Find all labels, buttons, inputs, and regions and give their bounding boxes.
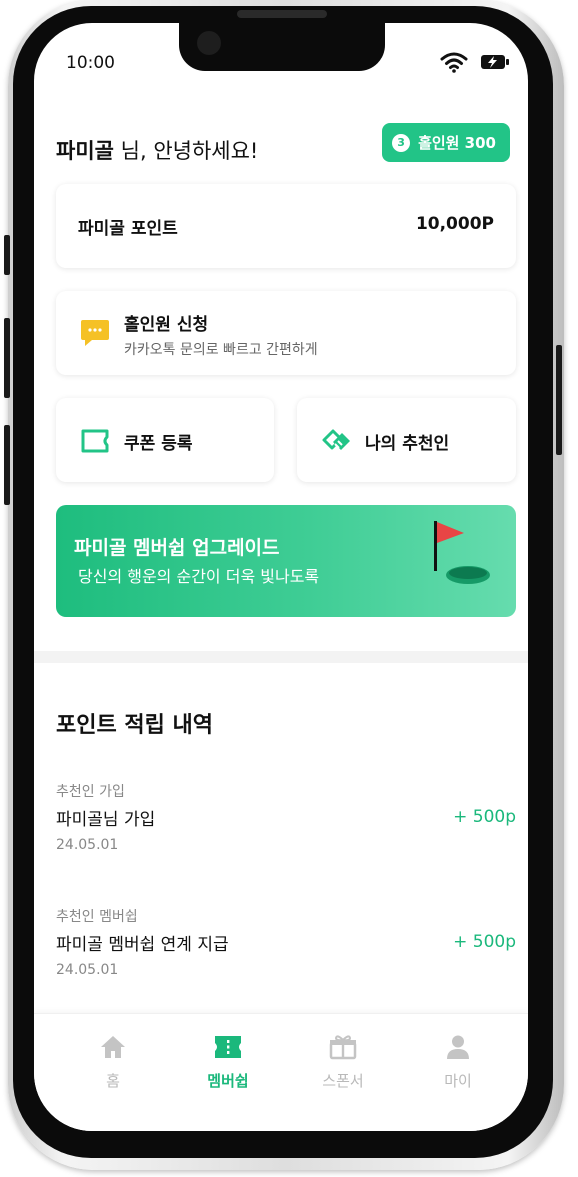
chat-bubble-icon [80, 319, 110, 347]
referrer-label: 나의 추천인 [365, 434, 450, 454]
coupon-icon [80, 428, 110, 454]
badge-label: 홀인원 300 [418, 134, 496, 152]
greeting: 파미골 님, 안녕하세요! [56, 135, 258, 165]
volume-up-button [4, 318, 10, 398]
points-label: 파미골 포인트 [78, 219, 178, 239]
banner-title: 파미골 멤버쉽 업그레이드 [74, 537, 280, 559]
history-amount: + 500p [453, 932, 516, 952]
apply-title: 홀인원 신청 [124, 315, 209, 335]
person-icon [447, 1035, 469, 1059]
banner-subtitle: 당신의 행운의 순간이 더욱 빛나도록 [78, 567, 320, 586]
golf-flag-icon [422, 519, 492, 589]
history-amount: + 500p [453, 807, 516, 827]
camera [197, 31, 221, 55]
hole-in-one-badge[interactable]: 3 홀인원 300 [382, 123, 510, 162]
silent-switch [4, 235, 10, 275]
speaker-grille [237, 10, 327, 18]
tab-sponsor[interactable]: 스폰서 [298, 1034, 388, 1091]
battery-charging-icon [480, 52, 510, 76]
handshake-icon [321, 428, 351, 454]
history-date: 24.05.01 [56, 837, 119, 853]
history-item: 추천인 멤버쉽 파미골 멤버쉽 연계 지급 24.05.01 + 500p [56, 906, 516, 996]
tab-my-label: 마이 [444, 1072, 472, 1090]
user-name: 파미골 [56, 139, 114, 163]
membership-upgrade-banner[interactable]: 파미골 멤버쉽 업그레이드 당신의 행운의 순간이 더욱 빛나도록 [56, 505, 516, 617]
my-referrer-button[interactable]: 나의 추천인 [297, 398, 516, 482]
history-title: 포인트 적립 내역 [56, 713, 213, 738]
tab-home-label: 홈 [106, 1072, 120, 1090]
tab-my[interactable]: 마이 [413, 1034, 503, 1091]
history-category: 추천인 가입 [56, 784, 125, 800]
history-category: 추천인 멤버쉽 [56, 909, 138, 925]
status-icons [440, 51, 510, 77]
greeting-text: 님, 안녕하세요! [120, 139, 259, 163]
power-button [556, 345, 562, 455]
volume-down-button [4, 425, 10, 505]
points-card[interactable]: 파미골 포인트 10,000P [56, 184, 516, 268]
history-title-text: 파미골님 가입 [56, 810, 156, 830]
status-time: 10:00 [66, 53, 115, 73]
gift-icon [329, 1035, 357, 1060]
notch [179, 23, 385, 71]
section-divider [34, 651, 528, 663]
history-item: 추천인 가입 파미골님 가입 24.05.01 + 500p [56, 781, 516, 871]
coin-icon: 3 [392, 133, 411, 152]
tab-membership-label: 멤버쉽 [207, 1072, 249, 1090]
screen: 10:00 파미골 님, 안녕하세요! 3 홀인원 300 파미골 포인트 10… [34, 23, 528, 1131]
ticket-icon [215, 1036, 241, 1058]
bottom-tab-bar: 홈 멤버쉽 스폰서 마이 [34, 1013, 528, 1131]
history-date: 24.05.01 [56, 962, 119, 978]
tab-membership[interactable]: 멤버쉽 [183, 1034, 273, 1091]
tab-home[interactable]: 홈 [68, 1034, 158, 1091]
coupon-label: 쿠폰 등록 [124, 434, 193, 454]
coupon-register-button[interactable]: 쿠폰 등록 [56, 398, 274, 482]
wifi-icon [440, 51, 468, 77]
hole-in-one-apply-card[interactable]: 홀인원 신청 카카오톡 문의로 빠르고 간편하게 [56, 291, 516, 375]
tab-sponsor-label: 스폰서 [322, 1072, 364, 1090]
history-title-text: 파미골 멤버쉽 연계 지급 [56, 935, 229, 955]
home-icon [101, 1036, 125, 1058]
points-value: 10,000P [415, 214, 494, 234]
apply-subtitle: 카카오톡 문의로 빠르고 간편하게 [124, 342, 318, 358]
